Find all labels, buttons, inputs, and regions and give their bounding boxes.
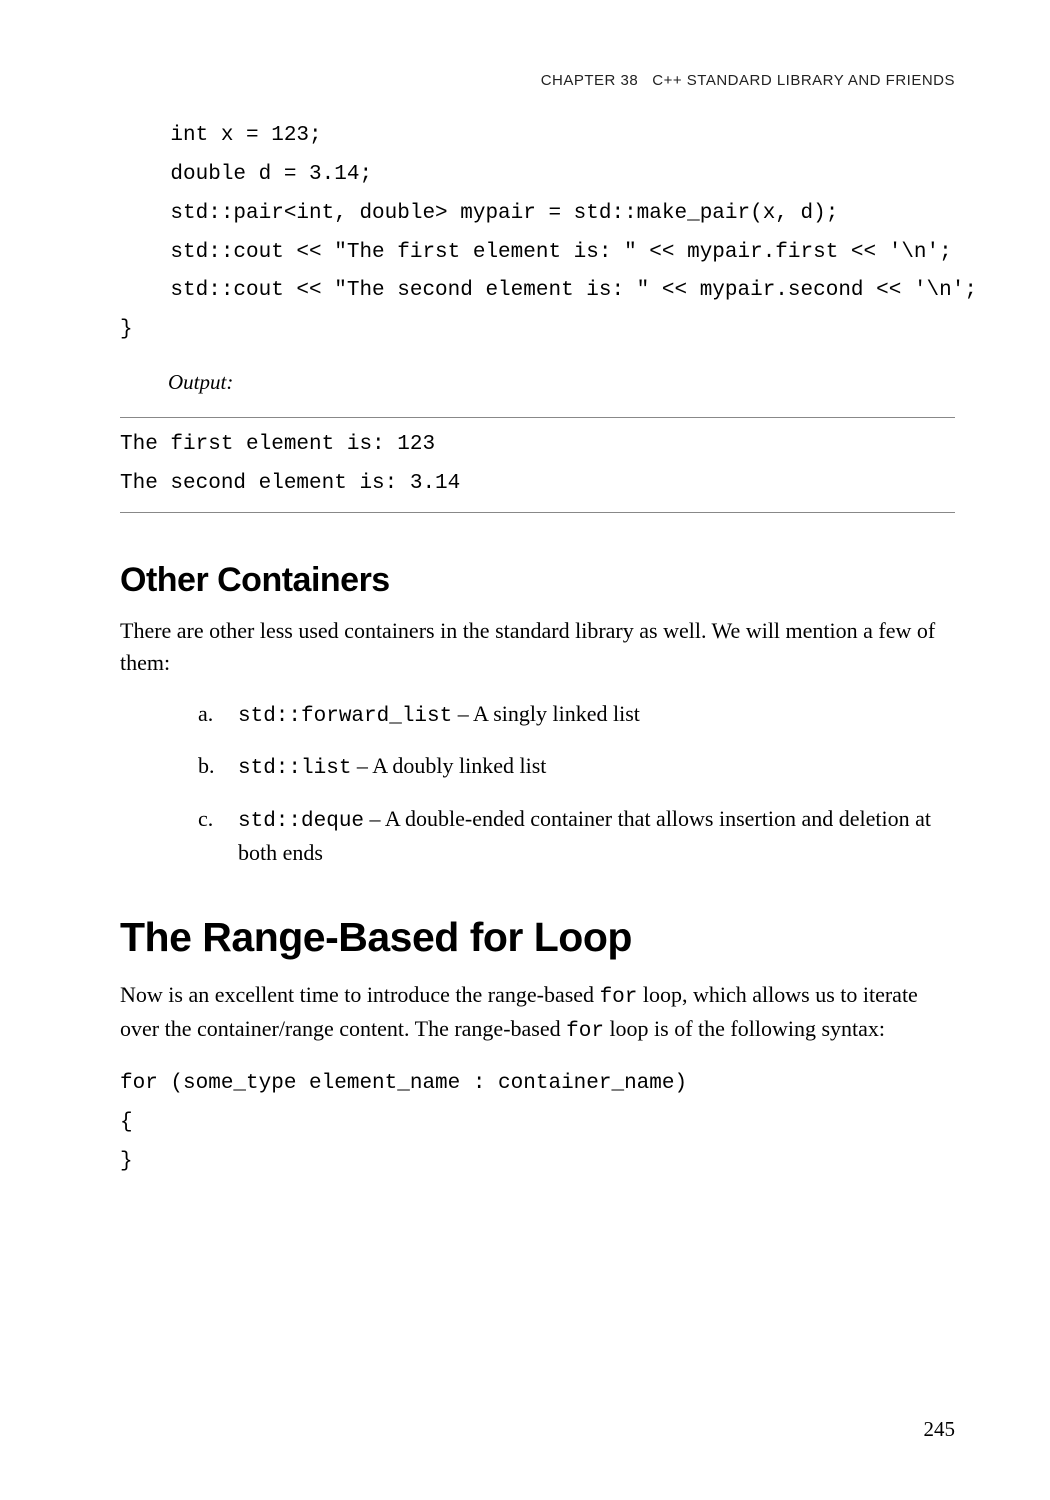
container-list: a. std::forward_list – A singly linked l… — [198, 698, 955, 869]
text: Now is an excellent time to introduce th… — [120, 982, 600, 1007]
code-line: std::pair<int, double> mypair = std::mak… — [120, 202, 838, 225]
list-content: std::list – A doubly linked list — [238, 750, 955, 784]
paragraph: There are other less used containers in … — [120, 615, 955, 680]
list-item: a. std::forward_list – A singly linked l… — [198, 698, 955, 732]
list-item: b. std::list – A doubly linked list — [198, 750, 955, 784]
chapter-label: CHAPTER 38 — [541, 72, 639, 89]
page-header: CHAPTER 38 C++ STANDARD LIBRARY AND FRIE… — [120, 72, 955, 89]
heading-other-containers: Other Containers — [120, 561, 955, 600]
inline-code: std::list — [238, 757, 351, 780]
list-marker: a. — [198, 698, 238, 732]
code-line: } — [120, 318, 133, 341]
code-line: for (some_type element_name : container_… — [120, 1072, 687, 1095]
heading-range-based-for: The Range-Based for Loop — [120, 914, 955, 961]
code-line: int x = 123; — [120, 124, 322, 147]
inline-code: std::forward_list — [238, 705, 452, 728]
list-desc: – A doubly linked list — [351, 753, 546, 778]
output-label: Output: — [168, 370, 955, 395]
code-line: std::cout << "The second element is: " <… — [120, 279, 977, 302]
code-line: std::cout << "The first element is: " <<… — [120, 241, 952, 264]
inline-code: for — [566, 1020, 604, 1043]
paragraph: Now is an excellent time to introduce th… — [120, 979, 955, 1047]
inline-code: for — [600, 986, 638, 1009]
list-content: std::forward_list – A singly linked list — [238, 698, 955, 732]
code-block-1: int x = 123; double d = 3.14; std::pair<… — [120, 117, 955, 350]
chapter-title: C++ STANDARD LIBRARY AND FRIENDS — [652, 72, 955, 89]
output-line: The second element is: 3.14 — [120, 472, 460, 495]
text: loop is of the following syntax: — [604, 1016, 885, 1041]
list-marker: c. — [198, 803, 238, 869]
list-marker: b. — [198, 750, 238, 784]
code-block-2: for (some_type element_name : container_… — [120, 1065, 955, 1182]
list-content: std::deque – A double-ended container th… — [238, 803, 955, 869]
output-block: The first element is: 123 The second ele… — [120, 417, 955, 513]
code-line: } — [120, 1150, 133, 1173]
inline-code: std::deque — [238, 810, 364, 833]
list-item: c. std::deque – A double-ended container… — [198, 803, 955, 869]
code-line: double d = 3.14; — [120, 163, 372, 186]
list-desc: – A singly linked list — [452, 701, 640, 726]
output-line: The first element is: 123 — [120, 433, 435, 456]
code-line: { — [120, 1111, 133, 1134]
page-number: 245 — [924, 1417, 956, 1442]
